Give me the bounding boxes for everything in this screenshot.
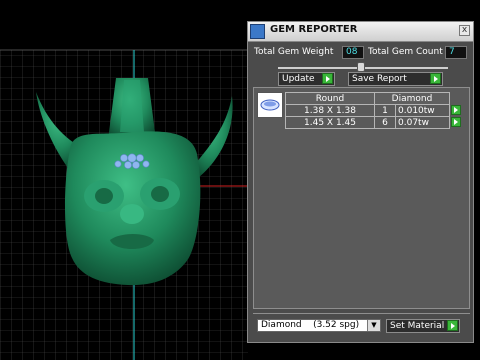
gem-reporter-icon	[250, 24, 265, 39]
row-go-icon[interactable]	[451, 117, 462, 128]
update-button-label: Update	[282, 74, 315, 84]
material-select[interactable]: Diamond (3.52 spg) ▼	[257, 319, 381, 332]
save-report-go-icon	[430, 73, 441, 84]
total-gem-count-value: 7	[445, 46, 467, 59]
gem-results-area: Round Diamond 1.38 X 1.38 1 0.010tw 1.45…	[253, 87, 470, 309]
table-row[interactable]: 1.38 X 1.38 1 0.010tw	[285, 104, 462, 117]
set-material-label: Set Material	[390, 321, 445, 331]
material-selected-value: Diamond (3.52 spg)	[261, 320, 360, 330]
gem-size: 1.45 X 1.45	[285, 116, 375, 129]
gem-weight-cell: 0.010tw	[395, 104, 450, 117]
divider	[253, 313, 470, 314]
row-go-icon[interactable]	[451, 105, 461, 116]
header-round: Round	[285, 92, 375, 105]
header-diamond: Diamond	[374, 92, 450, 105]
update-button[interactable]: Update	[278, 72, 335, 86]
gem-size: 1.38 X 1.38	[285, 104, 375, 117]
close-icon[interactable]: x	[459, 25, 470, 36]
panel-titlebar[interactable]: GEM REPORTER x	[248, 22, 473, 42]
gem-count: 6	[374, 116, 396, 129]
save-report-button[interactable]: Save Report	[348, 72, 443, 86]
total-gem-count-label: Total Gem Count	[368, 47, 443, 57]
gem-thumbnail-icon[interactable]	[257, 92, 283, 118]
update-go-icon	[322, 73, 333, 84]
dropdown-arrow-icon[interactable]: ▼	[367, 320, 380, 331]
table-header-row: Round Diamond	[285, 92, 462, 105]
slider-thumb[interactable]	[357, 62, 365, 72]
gem-weight-cell: 0.07tw	[395, 116, 450, 129]
gem-reporter-panel: GEM REPORTER x Total Gem Weight 08 Total…	[247, 21, 474, 343]
gem-count: 1	[374, 104, 396, 117]
gem-weight: 0.07tw	[398, 117, 429, 128]
table-row[interactable]: 1.45 X 1.45 6 0.07tw	[285, 116, 462, 129]
total-gem-weight-value: 08	[342, 46, 364, 59]
gem-weight: 0.010tw	[398, 105, 435, 116]
set-material-button[interactable]: Set Material	[386, 319, 460, 333]
set-material-go-icon	[447, 320, 458, 331]
total-gem-weight-label: Total Gem Weight	[254, 47, 334, 57]
save-report-button-label: Save Report	[352, 74, 407, 84]
panel-title: GEM REPORTER	[270, 24, 358, 35]
gem-table: Round Diamond 1.38 X 1.38 1 0.010tw 1.45…	[285, 92, 462, 129]
